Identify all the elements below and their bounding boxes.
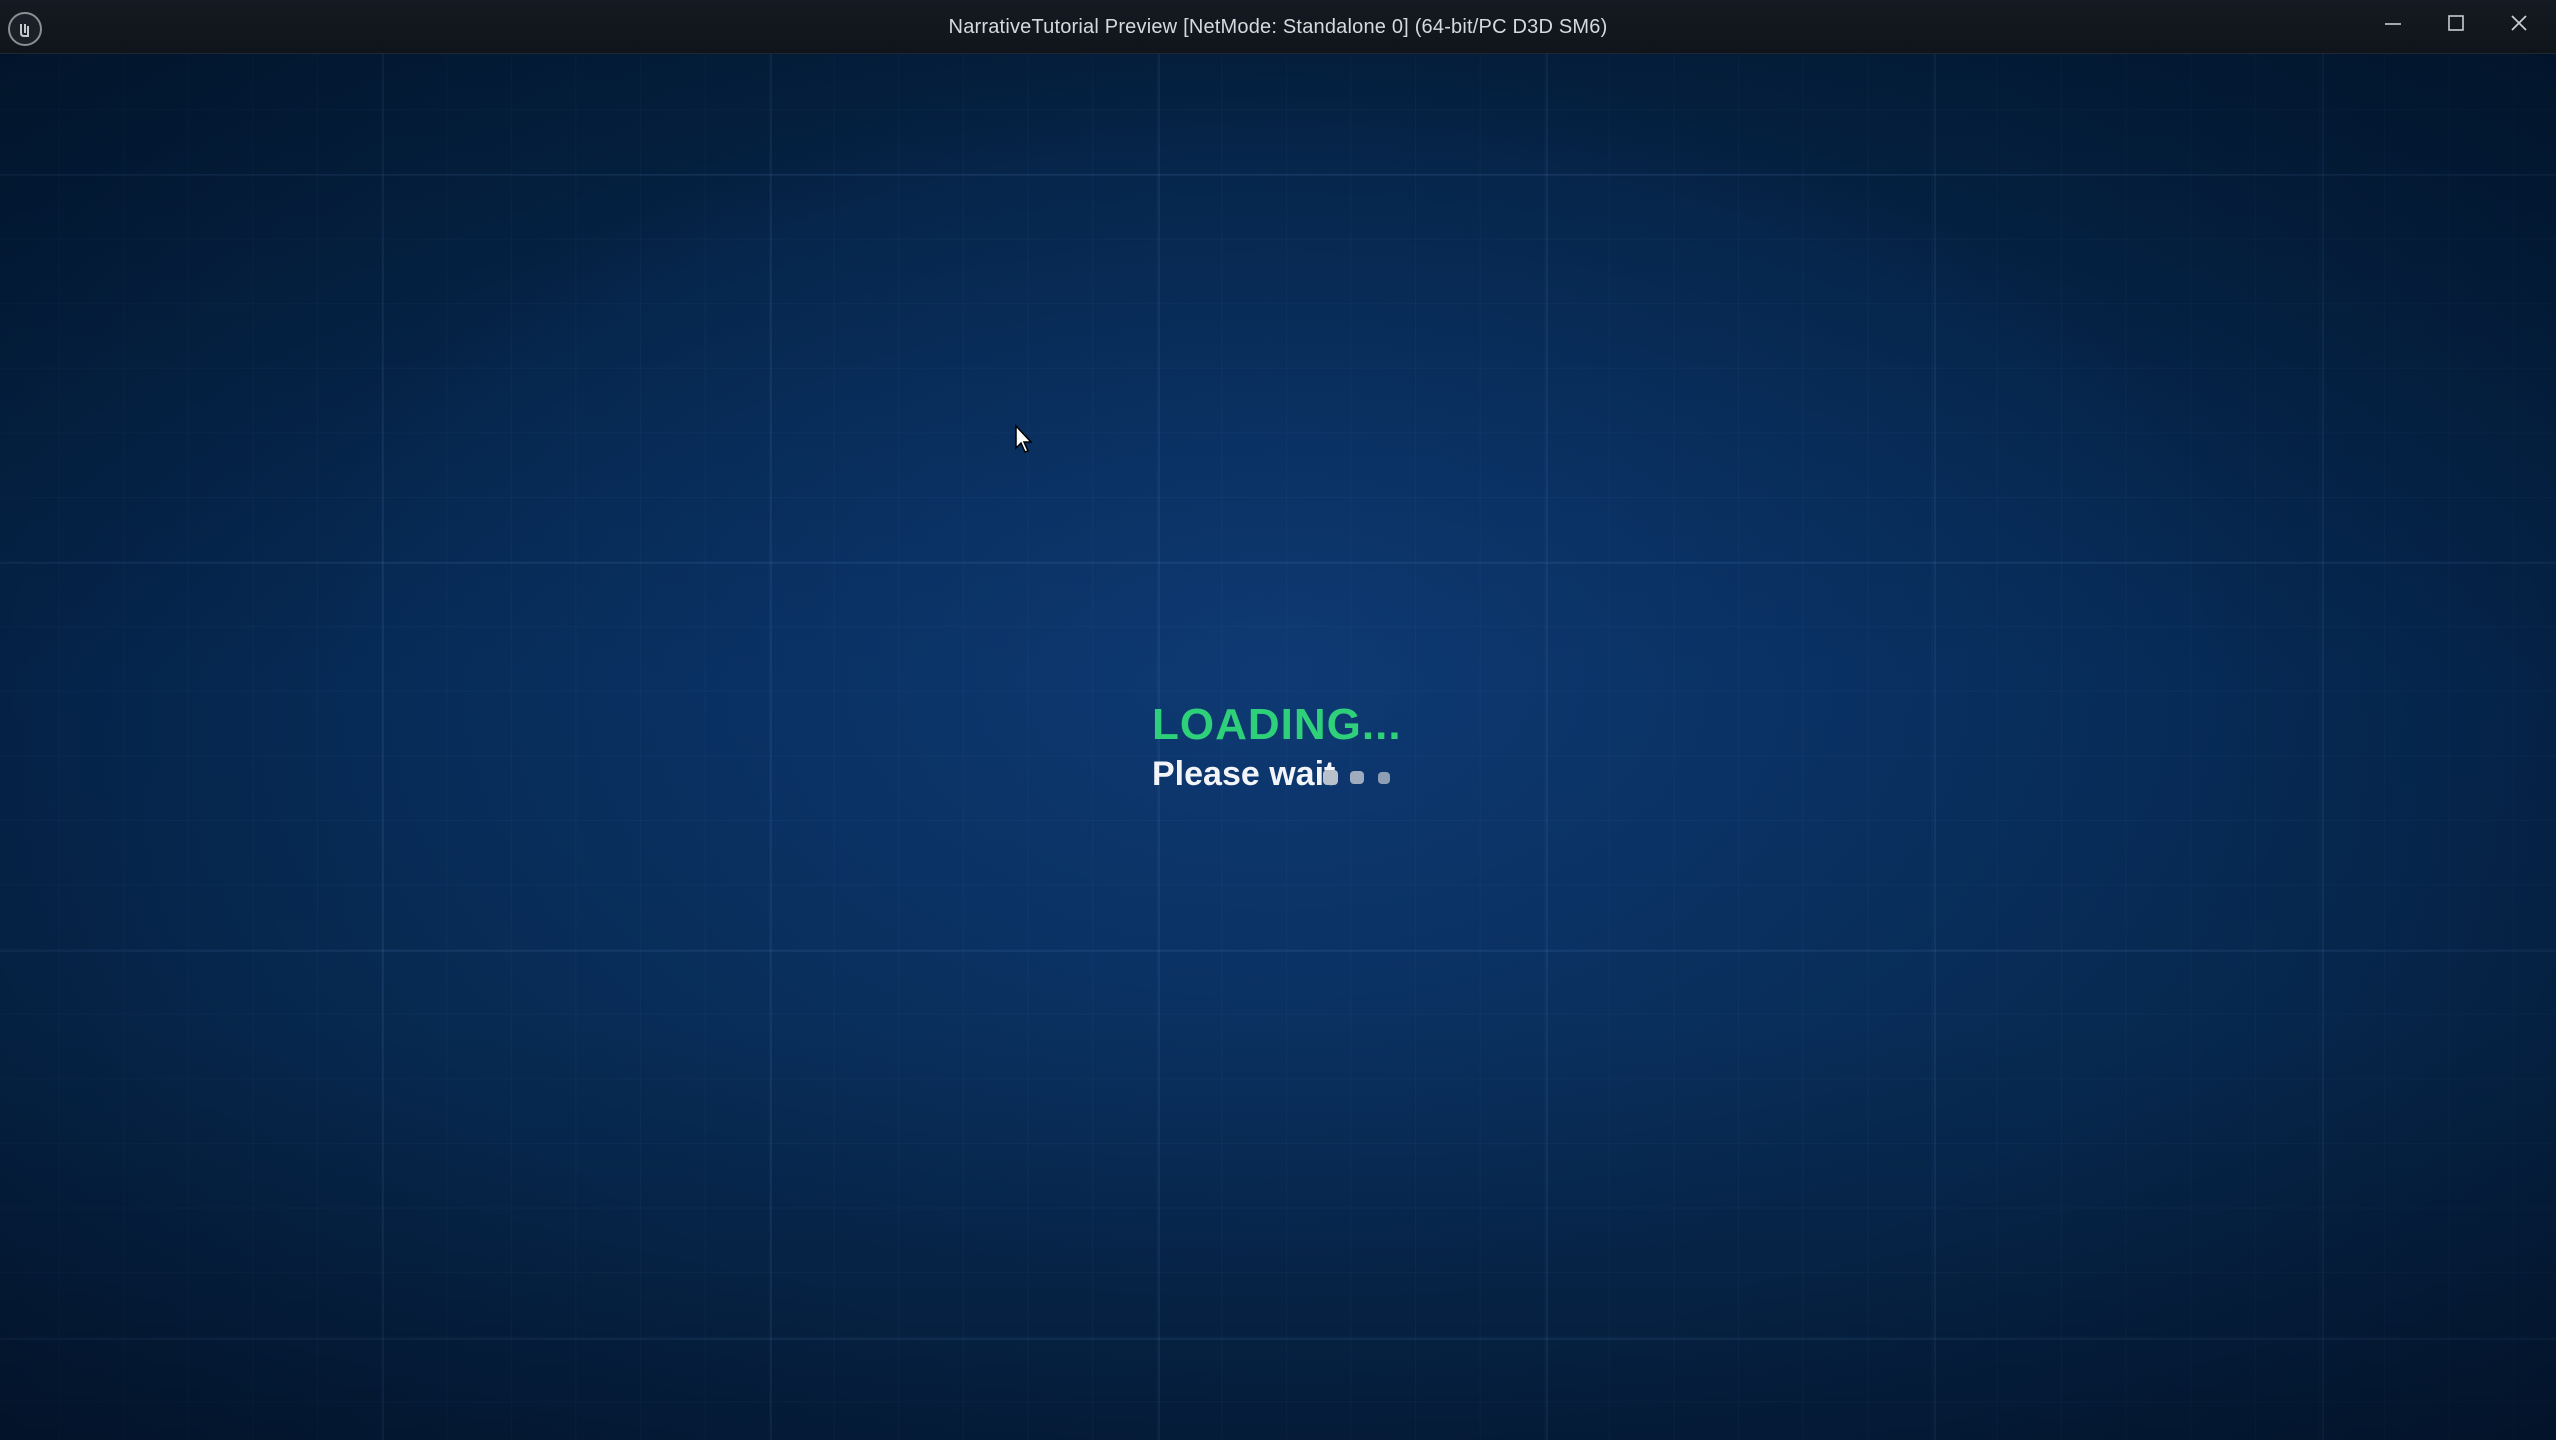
game-viewport[interactable]: LOADING... Please wait	[0, 54, 2556, 1440]
please-wait-text: Please wait	[1152, 755, 1336, 793]
mouse-cursor-icon	[1014, 424, 1036, 459]
loading-dot-icon	[1350, 771, 1364, 784]
loading-dot-icon	[1323, 770, 1338, 785]
close-button[interactable]	[2488, 0, 2550, 46]
minimize-button[interactable]	[2362, 0, 2424, 46]
window-title: NarrativeTutorial Preview [NetMode: Stan…	[948, 16, 1608, 38]
close-icon	[2511, 15, 2527, 31]
game-preview-window: NarrativeTutorial Preview [NetMode: Stan…	[0, 0, 2556, 1440]
maximize-button[interactable]	[2425, 0, 2487, 46]
minimize-icon	[2385, 23, 2401, 25]
loading-dot-icon	[1378, 772, 1390, 784]
please-wait-row: Please wait	[1152, 752, 1472, 798]
loading-title: LOADING...	[1152, 700, 1402, 749]
maximize-icon	[2448, 15, 2464, 31]
loading-screen: LOADING... Please wait	[1152, 698, 1472, 798]
title-bar[interactable]: NarrativeTutorial Preview [NetMode: Stan…	[0, 0, 2556, 54]
